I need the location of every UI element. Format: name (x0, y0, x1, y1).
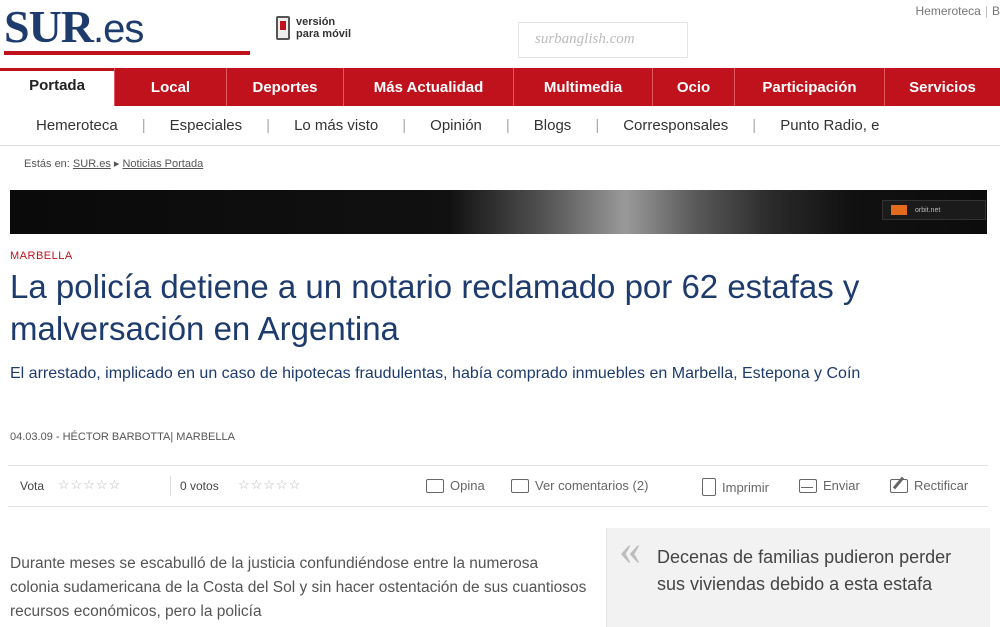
logo-underline (4, 51, 250, 55)
article-byline: 04.03.09 - HÉCTOR BARBOTTA| MARBELLA (10, 431, 235, 443)
sub-nav-lo-mas-visto[interactable]: Lo más visto (270, 117, 402, 134)
rectify-button[interactable]: Rectificar (890, 478, 968, 493)
nav-item-mas-actualidad[interactable]: Más Actualidad (343, 68, 513, 106)
breadcrumb-link-noticias-portada[interactable]: Noticias Portada (122, 158, 203, 170)
edit-icon (890, 478, 908, 493)
sub-nav-blogs[interactable]: Blogs (510, 117, 596, 134)
nav-tab-portada[interactable]: Portada (0, 68, 114, 106)
nav-item-local[interactable]: Local (114, 68, 226, 106)
rectify-label: Rectificar (914, 478, 969, 493)
votes-count: 0 votos (180, 479, 219, 493)
sub-nav-opinion[interactable]: Opinión (406, 117, 506, 134)
breadcrumb-link-sur[interactable]: SUR.es (73, 158, 111, 170)
breadcrumb-separator: ▸ (113, 158, 120, 170)
nav-item-ocio[interactable]: Ocio (652, 68, 734, 106)
section-label[interactable]: MARBELLA (10, 250, 73, 262)
advertisement-banner[interactable]: orbit.net (10, 190, 987, 234)
send-button[interactable]: Enviar (799, 478, 860, 493)
top-links: Hemeroteca | B (915, 4, 1000, 18)
sub-nav-punto-radio[interactable]: Punto Radio, e (756, 117, 903, 134)
comments-icon (511, 478, 529, 493)
sub-nav-hemeroteca[interactable]: Hemeroteca (0, 117, 142, 134)
vote-divider (170, 476, 171, 496)
print-label: Imprimir (722, 479, 769, 495)
site-logo[interactable]: SUR.es (4, 1, 144, 54)
nav-item-participacion[interactable]: Participación (734, 68, 884, 106)
site-header: SUR.es versión para móvil surbanglish.co… (0, 0, 1000, 68)
mail-icon (799, 478, 817, 493)
watermark: surbanglish.com (518, 22, 688, 58)
banner-logo: orbit.net (882, 200, 986, 220)
opina-button[interactable]: Opina (426, 478, 485, 493)
article-toolbar: Vota ☆☆☆☆☆ 0 votos ☆☆☆☆☆ Opina Ver comen… (8, 465, 988, 507)
nav-item-multimedia[interactable]: Multimedia (513, 68, 652, 106)
sub-nav-especiales[interactable]: Especiales (146, 117, 267, 134)
sub-nav: Hemeroteca | Especiales | Lo más visto |… (0, 106, 1000, 146)
pull-quote-text: Decenas de familias pudieron perder sus … (657, 547, 952, 594)
top-link-separator: | (984, 4, 988, 18)
mobile-version-link[interactable]: versión para móvil (276, 14, 351, 42)
article-subhead: El arrestado, implicado en un caso de hi… (10, 365, 861, 382)
print-icon (702, 478, 716, 496)
sub-nav-corresponsales[interactable]: Corresponsales (599, 117, 752, 134)
vote-stars[interactable]: ☆☆☆☆☆ (58, 477, 121, 493)
top-link-b[interactable]: B (992, 4, 1000, 18)
send-label: Enviar (823, 478, 860, 493)
vote-label: Vota (20, 479, 45, 493)
mobile-line-1: versión (296, 16, 336, 28)
logo-main-text: SUR (4, 1, 94, 52)
comment-icon (426, 478, 444, 493)
banner-logo-text: orbit.net (915, 206, 941, 214)
mobile-phone-icon (276, 16, 290, 40)
main-nav: Portada Local Deportes Más Actualidad Mu… (0, 68, 1000, 106)
nav-item-deportes[interactable]: Deportes (226, 68, 343, 106)
quote-mark-icon: « (619, 525, 641, 574)
article-body: Durante meses se escabulló de la justici… (10, 555, 587, 620)
print-button[interactable]: Imprimir (702, 478, 769, 496)
view-comments-button[interactable]: Ver comentarios (2) (511, 478, 648, 493)
opina-label: Opina (450, 478, 485, 493)
breadcrumb: Estás en: SUR.es ▸ Noticias Portada (24, 157, 203, 170)
mobile-line-2: para móvil (296, 28, 352, 40)
logo-suffix-text: .es (93, 7, 144, 51)
article-headline: La policía detiene a un notario reclamad… (10, 268, 860, 347)
view-comments-label: Ver comentarios (2) (535, 478, 649, 493)
nav-item-servicios[interactable]: Servicios (884, 68, 1000, 106)
rating-stars: ☆☆☆☆☆ (238, 477, 302, 492)
banner-logo-mark (891, 205, 907, 215)
breadcrumb-prefix: Estás en: (24, 158, 70, 170)
mobile-version-label: versión para móvil (296, 16, 351, 40)
top-link-hemeroteca[interactable]: Hemeroteca (915, 4, 980, 18)
pull-quote: « Decenas de familias pudieron perder su… (606, 528, 990, 627)
